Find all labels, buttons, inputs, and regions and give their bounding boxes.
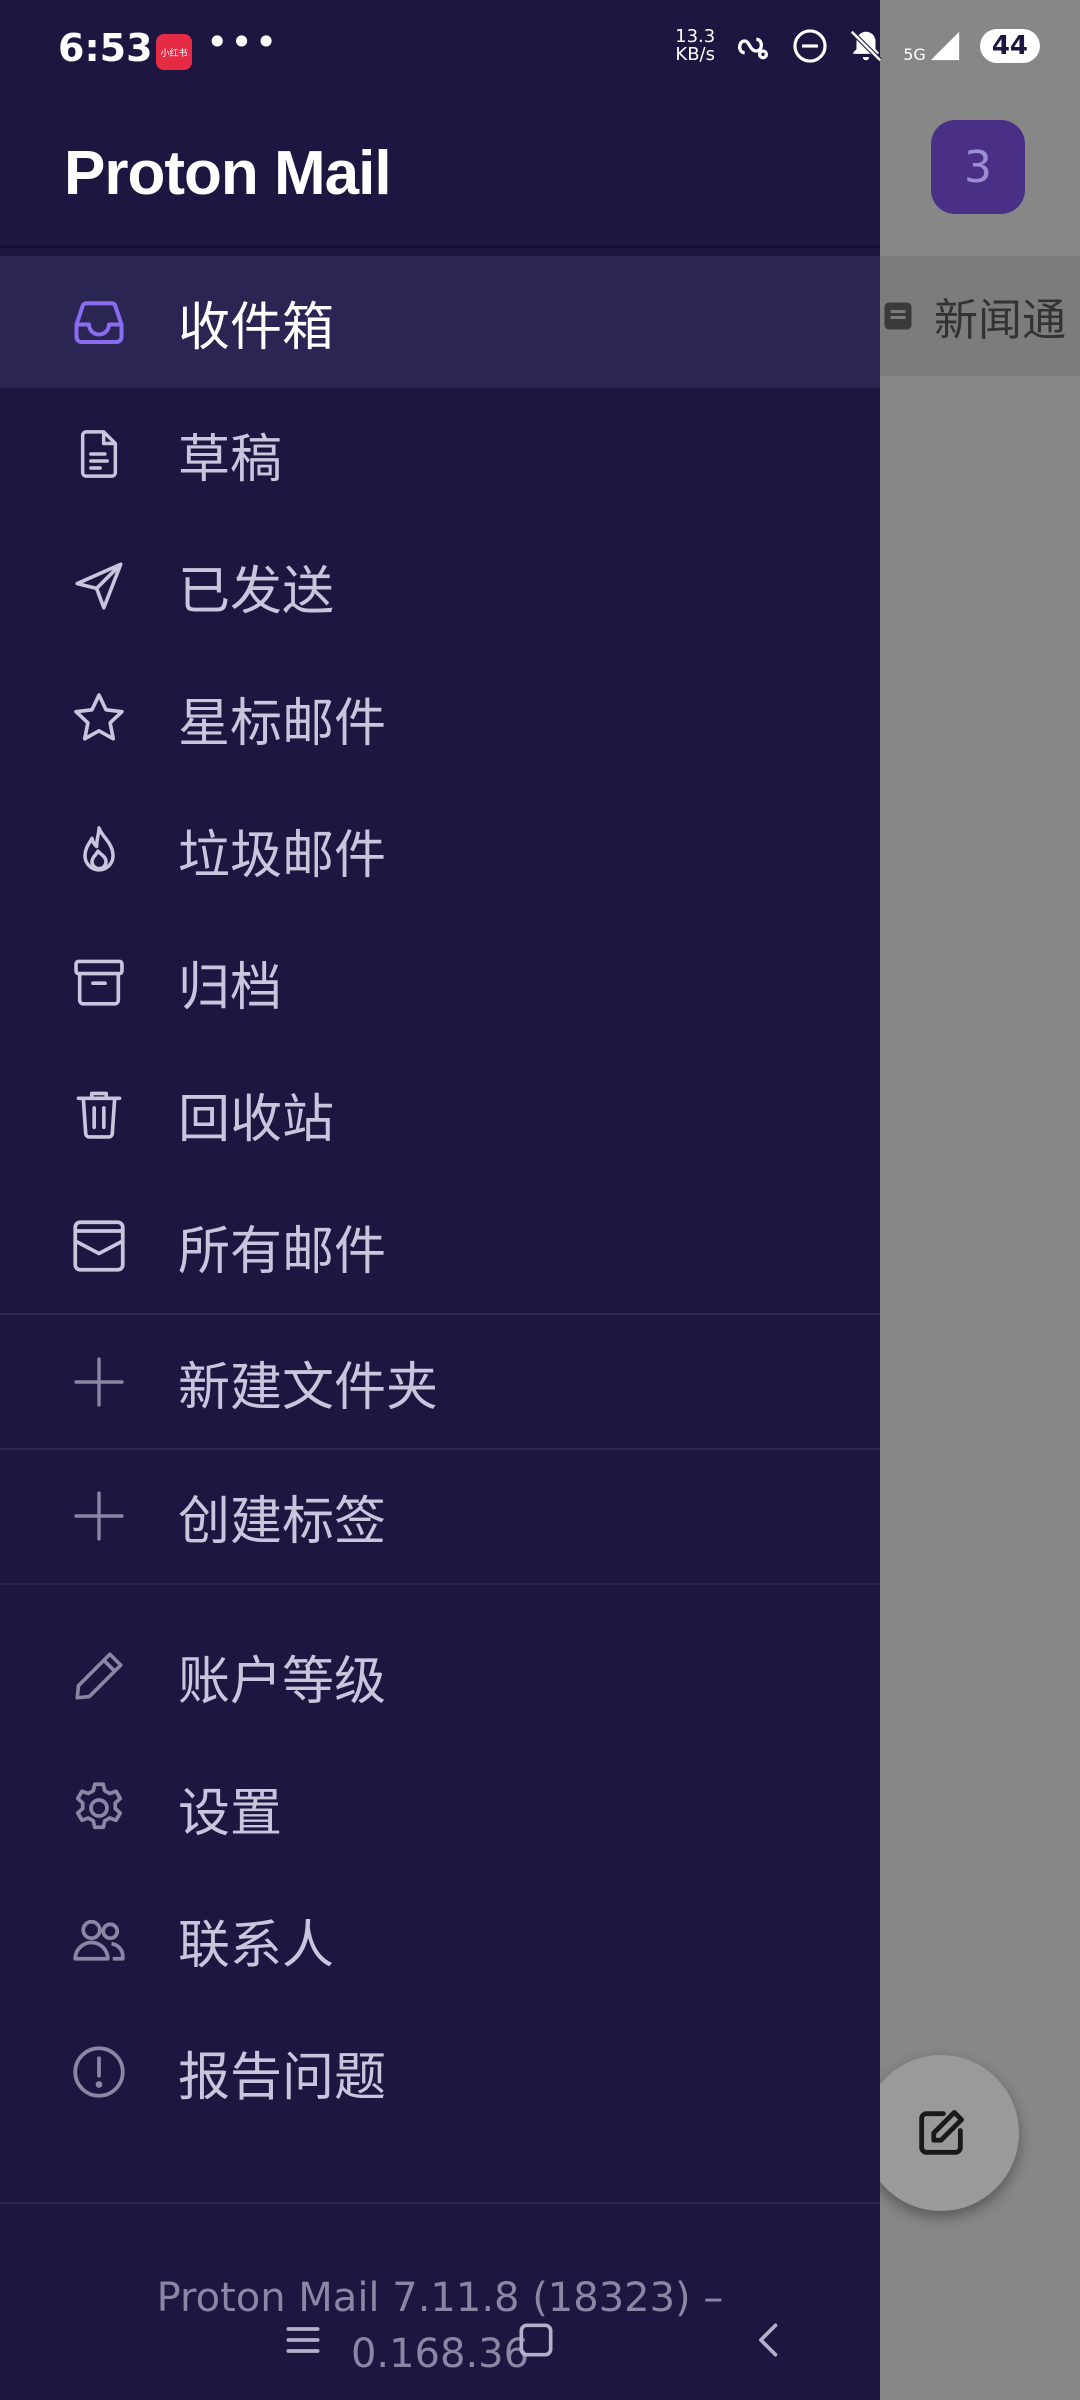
drawer-item-drafts[interactable]: 草稿	[0, 388, 880, 520]
header-divider	[0, 246, 880, 248]
home-button[interactable]	[506, 2310, 566, 2370]
drawer-item-label: 垃圾邮件	[178, 825, 387, 886]
more-notifications-icon: •••	[206, 20, 280, 64]
status-time: 6:53	[58, 26, 153, 70]
plus-icon	[68, 1351, 130, 1413]
archive-icon	[68, 951, 130, 1013]
trash-icon	[68, 1083, 130, 1145]
plus-icon	[68, 1485, 130, 1547]
drawer-item-sent[interactable]: 已发送	[0, 520, 880, 652]
section-divider	[0, 1313, 880, 1315]
alert-icon	[68, 2041, 130, 2103]
pencil-icon	[68, 1645, 130, 1707]
drawer-item-all-mail[interactable]: 所有邮件	[0, 1180, 880, 1312]
status-bar: 6:53 小红书 ••• 13.3 KB/s 5G 44	[0, 0, 1080, 104]
draft-icon	[68, 423, 130, 485]
compose-icon	[919, 2110, 964, 2155]
drawer-item-label: 归档	[178, 957, 283, 1018]
contacts-icon	[68, 1909, 130, 1971]
drawer-item-new-folder[interactable]: 新建文件夹	[0, 1316, 880, 1448]
system-nav-bar	[0, 2290, 1080, 2400]
recent-apps-button[interactable]	[273, 2310, 333, 2370]
drawer-item-settings[interactable]: 设置	[0, 1742, 880, 1874]
cellular-signal: 5G	[903, 29, 962, 63]
drawer-item-label: 回收站	[178, 1089, 335, 1150]
compose-button[interactable]	[863, 2055, 1019, 2211]
network-type: 5G	[903, 45, 926, 64]
back-button[interactable]	[740, 2310, 800, 2370]
send-icon	[68, 555, 130, 617]
drawer-item-label: 联系人	[178, 1915, 335, 1976]
drawer-item-trash[interactable]: 回收站	[0, 1048, 880, 1180]
drawer-item-label: 已发送	[178, 561, 335, 622]
drawer-item-label: 星标邮件	[178, 693, 387, 754]
all-mail-icon	[68, 1215, 130, 1277]
navigation-drawer: Proton Mail 收件箱 草稿 已发送 星标邮件 垃圾邮件 归档 回收站 …	[0, 0, 880, 2400]
star-icon	[68, 687, 130, 749]
drawer-item-label: 报告问题	[178, 2047, 387, 2108]
drawer-item-starred[interactable]: 星标邮件	[0, 652, 880, 784]
signal-icon	[930, 31, 959, 61]
screen: 3 新闻通 Proton Mail 收件箱 草稿 已发送 星标邮件 垃圾邮件 归…	[0, 0, 1080, 2400]
drawer-item-label: 账户等级	[178, 1651, 387, 1712]
hotspot-icon	[738, 37, 769, 60]
battery-indicator: 44	[979, 29, 1040, 63]
section-divider	[0, 1583, 880, 1585]
drawer-item-archive[interactable]: 归档	[0, 916, 880, 1048]
drawer-item-label: 设置	[178, 1783, 283, 1844]
account-avatar[interactable]: 3	[931, 120, 1025, 214]
drawer-item-spam[interactable]: 垃圾邮件	[0, 784, 880, 916]
drawer-item-create-label[interactable]: 创建标签	[0, 1450, 880, 1582]
notification-app-icon: 小红书	[156, 34, 192, 70]
brand-logo: Proton Mail	[64, 139, 392, 208]
drawer-item-inbox[interactable]: 收件箱	[0, 256, 880, 388]
newsletter-icon	[884, 302, 912, 330]
drawer-item-label: 创建标签	[178, 1491, 387, 1552]
drawer-item-contacts[interactable]: 联系人	[0, 1874, 880, 2006]
mute-bell-icon	[850, 30, 883, 62]
drawer-item-label: 草稿	[178, 429, 283, 490]
drawer-item-account-level[interactable]: 账户等级	[0, 1610, 880, 1742]
status-icons: 13.3 KB/s 5G 44	[675, 26, 1040, 66]
mail-list-row-label: 新闻通	[934, 295, 1066, 346]
spam-icon	[68, 819, 130, 881]
gear-icon	[68, 1777, 130, 1839]
drawer-item-label: 所有邮件	[178, 1221, 387, 1282]
menu-icon	[286, 2327, 320, 2353]
inbox-icon	[68, 291, 130, 353]
home-square-icon	[519, 2323, 553, 2357]
drawer-item-label: 收件箱	[178, 297, 335, 358]
drawer-item-report-problem[interactable]: 报告问题	[0, 2006, 880, 2138]
footer-divider	[0, 2202, 880, 2204]
back-chevron-icon	[759, 2323, 778, 2357]
drawer-item-label: 新建文件夹	[178, 1357, 439, 1418]
network-speed-unit: KB/s	[675, 44, 715, 65]
network-speed: 13.3 KB/s	[675, 28, 715, 64]
do-not-disturb-icon	[793, 29, 827, 63]
mail-list-row[interactable]: 新闻通	[880, 256, 1080, 376]
